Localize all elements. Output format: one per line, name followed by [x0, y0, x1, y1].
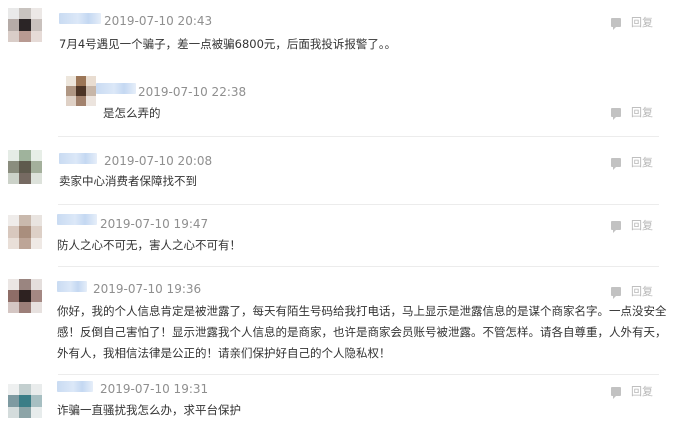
reply-button[interactable]: 回复 — [631, 154, 653, 170]
reply-timestamp: 2019-07-10 22:38 — [138, 85, 247, 99]
divider — [58, 374, 659, 375]
comment-text: 7月4号遇见一个骗子，差一点被骗6800元，后面我投诉报警了。。 — [59, 37, 397, 51]
reply-button[interactable]: 回复 — [631, 383, 653, 399]
comment-actions: 回复 — [611, 14, 653, 30]
comment-timestamp: 2019-07-10 19:47 — [100, 217, 209, 231]
reply-icon[interactable] — [611, 157, 621, 170]
comment-text: 卖家中心消费者保障找不到 — [59, 174, 197, 188]
reply-icon[interactable] — [611, 107, 621, 120]
comment-text-line: 外有人，我相信法律是公正的！请亲们保护好自己的个人隐私权！ — [57, 346, 391, 360]
comment-text-line: 你好，我的个人信息肯定是被泄露了，每天有陌生号码给我打电话，马上显示是泄露信息的… — [57, 304, 667, 318]
comment-text-line: 感！反倒自己害怕了！显示泄露我个人信息的是商家，也许是商家会员账号被泄露。不管怎… — [57, 325, 667, 339]
reply-icon[interactable] — [611, 286, 621, 299]
username-blurred[interactable] — [57, 381, 93, 392]
reply-username-blurred[interactable] — [96, 83, 136, 94]
comment-actions: 回复 — [611, 283, 653, 299]
reply-icon[interactable] — [611, 17, 621, 30]
comment-actions: 回复 — [611, 154, 653, 170]
avatar[interactable] — [8, 215, 42, 249]
comment-text: 防人之心不可无，害人之心不可有！ — [57, 238, 241, 252]
reply-icon[interactable] — [611, 220, 621, 233]
avatar[interactable] — [8, 150, 42, 184]
reply-icon[interactable] — [611, 386, 621, 399]
reply-avatar[interactable] — [66, 76, 96, 106]
reply-text: 是怎么弄的 — [103, 106, 161, 120]
avatar[interactable] — [8, 279, 42, 313]
avatar[interactable] — [8, 384, 42, 418]
comment-timestamp: 2019-07-10 20:08 — [104, 154, 213, 168]
comment-timestamp: 2019-07-10 19:31 — [100, 382, 209, 396]
comment-text: 诈骗一直骚扰我怎么办，求平台保护 — [57, 403, 241, 417]
comment-timestamp: 2019-07-10 19:36 — [93, 282, 202, 296]
divider — [58, 204, 659, 205]
reply-button[interactable]: 回复 — [631, 217, 653, 233]
reply-button[interactable]: 回复 — [631, 283, 653, 299]
username-blurred[interactable] — [59, 153, 97, 164]
divider — [58, 136, 659, 137]
avatar[interactable] — [8, 8, 42, 42]
username-blurred[interactable] — [59, 13, 101, 24]
reply-button[interactable]: 回复 — [631, 104, 653, 120]
comment-actions: 回复 — [611, 217, 653, 233]
username-blurred[interactable] — [57, 281, 87, 292]
divider — [58, 266, 659, 267]
reply-button[interactable]: 回复 — [631, 14, 653, 30]
comment-timestamp: 2019-07-10 20:43 — [104, 14, 213, 28]
comment-actions: 回复 — [611, 383, 653, 399]
reply-actions: 回复 — [611, 104, 653, 120]
username-blurred[interactable] — [57, 214, 97, 225]
